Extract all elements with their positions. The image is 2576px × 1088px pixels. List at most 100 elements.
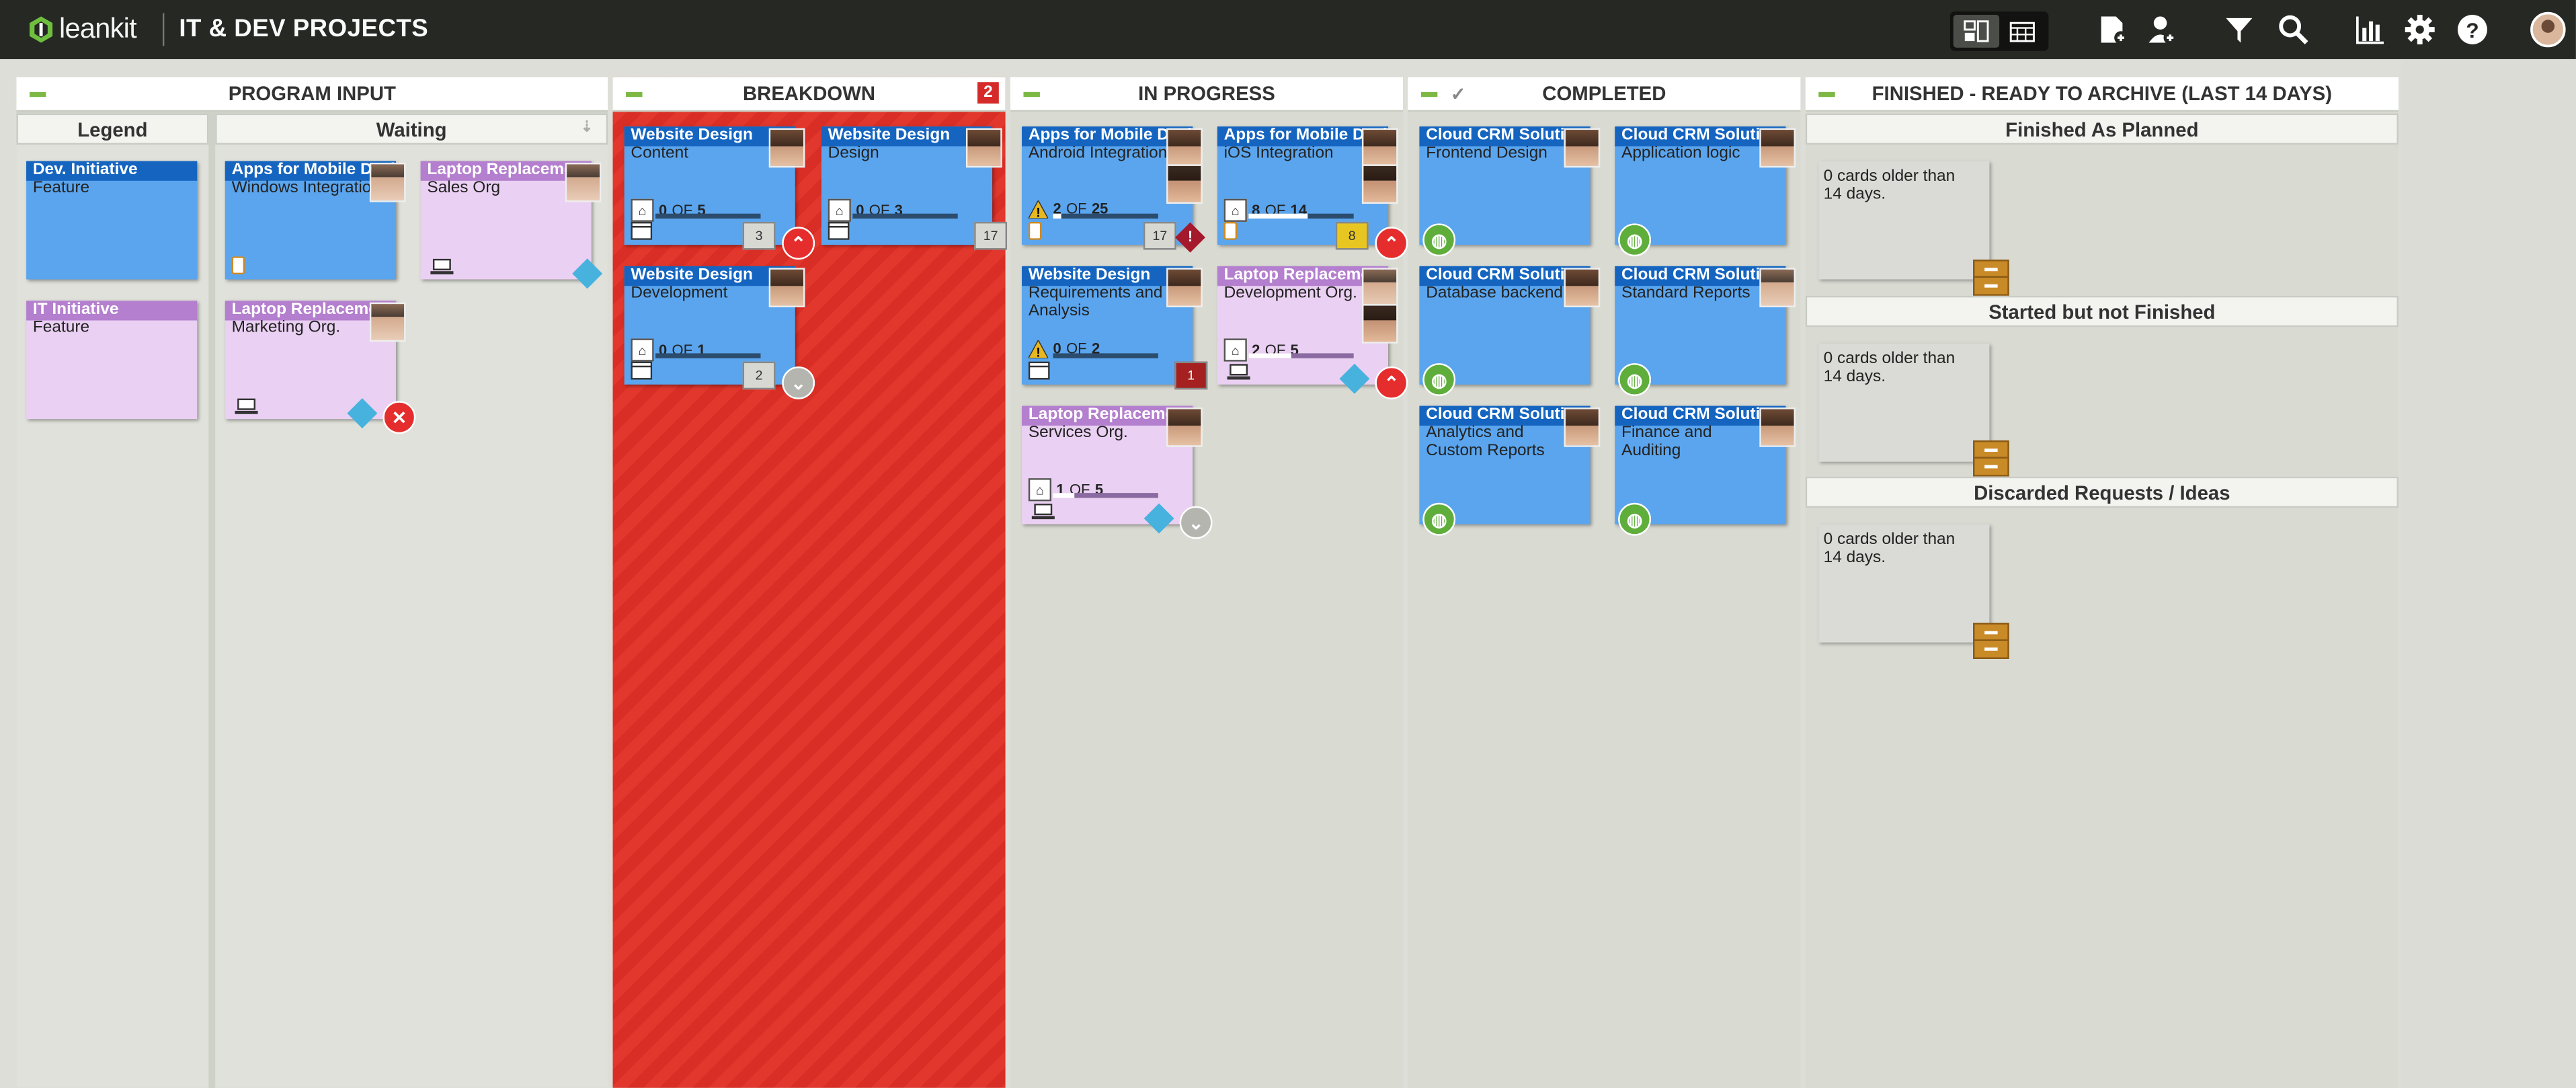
collapse-icon[interactable]: [1023, 91, 1040, 98]
assignee-avatar-2[interactable]: [1361, 304, 1398, 344]
add-card-button[interactable]: [2095, 13, 2131, 46]
card-subtitle: Services Org.: [1028, 424, 1128, 442]
collapse-icon[interactable]: [29, 91, 46, 98]
user-avatar[interactable]: [2530, 11, 2566, 48]
priority-low-icon[interactable]: ⌄: [1179, 506, 1213, 539]
assignee-avatar[interactable]: [1759, 268, 1796, 307]
legend-card-it[interactable]: IT Initiative Feature: [26, 301, 198, 420]
lane-waiting-header[interactable]: Waiting ⇣: [215, 113, 608, 145]
sort-icon[interactable]: ⇣: [581, 118, 593, 137]
blocked-icon[interactable]: !: [1175, 222, 1205, 253]
assignee-avatar[interactable]: [369, 302, 406, 342]
assignee-avatar[interactable]: [1166, 268, 1203, 307]
card-website-development[interactable]: Website Design Development ⌂ 0 OF 1 2 ⌄: [624, 266, 815, 399]
card-sales-org[interactable]: Laptop Replacement Sales Org: [420, 161, 603, 289]
archive-box-icon[interactable]: [1973, 440, 2009, 477]
due-date-icon[interactable]: 8: [1335, 221, 1369, 250]
overdue-date-icon[interactable]: 1: [1174, 361, 1208, 390]
card-finance-auditing[interactable]: Cloud CRM Solution Finance and Auditing …: [1615, 405, 1796, 536]
priority-high-icon[interactable]: ⌃: [782, 227, 815, 260]
lane-discarded-requests[interactable]: Discarded Requests / Ideas: [1805, 476, 2399, 508]
tasks-icon: ⌂: [1223, 338, 1247, 362]
card-application-logic[interactable]: Cloud CRM Solution Application logic ◍: [1615, 126, 1796, 257]
warning-icon: !: [1028, 199, 1049, 219]
assignee-avatar[interactable]: [565, 162, 602, 202]
assignee-avatar[interactable]: [768, 268, 805, 307]
assignee-avatar[interactable]: [1166, 407, 1203, 447]
collapse-icon[interactable]: [1818, 91, 1835, 98]
add-user-button[interactable]: [2144, 13, 2180, 46]
card-ios-integration[interactable]: Apps for Mobile Devices iOS Integration …: [1217, 126, 1408, 260]
legend-card-dev[interactable]: Dev. Initiative Feature: [26, 161, 198, 280]
search-button[interactable]: [2276, 13, 2312, 46]
card-analytics-reports[interactable]: Cloud CRM Solution Analytics and Custom …: [1419, 405, 1601, 536]
due-date-icon[interactable]: 2: [742, 361, 776, 390]
card-services-org[interactable]: Laptop Replacement Services Org. ⌂ 1 OF 5 ⌄: [1022, 405, 1213, 539]
lane-header[interactable]: ✓ COMPLETED: [1408, 77, 1801, 112]
svg-text:!: !: [1036, 344, 1041, 357]
settings-button[interactable]: [2402, 13, 2438, 46]
lane-header[interactable]: FINISHED - READY TO ARCHIVE (LAST 14 DAY…: [1805, 77, 2399, 112]
leankit-logo[interactable]: leankit: [29, 13, 137, 46]
card-subtitle: Marketing Org.: [231, 319, 341, 337]
assignee-avatar[interactable]: [1759, 128, 1796, 168]
archive-summary[interactable]: 0 cards older than 14 days.: [1818, 161, 1990, 280]
due-date-icon[interactable]: 17: [974, 221, 1008, 250]
assignee-avatar-2[interactable]: [1361, 164, 1398, 204]
card-database-backend[interactable]: Cloud CRM Solution Database backend ◍: [1419, 266, 1601, 396]
lane-started-not-finished[interactable]: Started but not Finished: [1805, 295, 2399, 327]
assignee-avatar[interactable]: [1759, 407, 1796, 447]
assignee-avatar[interactable]: [1564, 268, 1601, 307]
assignee-avatar[interactable]: [1564, 128, 1601, 168]
board-title[interactable]: IT & DEV PROJECTS: [179, 15, 428, 43]
lane-legend-header[interactable]: Legend: [16, 113, 209, 145]
assignee-avatar[interactable]: [965, 128, 1002, 168]
warning-icon: !: [1028, 338, 1049, 358]
collapse-icon[interactable]: [626, 91, 643, 98]
archive-box-icon[interactable]: [1973, 260, 2009, 296]
card-development-org[interactable]: Laptop Replacement Development Org. ⌂ 2 OF…: [1217, 266, 1408, 399]
card-website-content[interactable]: Website Design Content ⌂ 0 OF 5 3 ⌃: [624, 126, 815, 260]
card-requirements-analysis[interactable]: Website Design Requirements and Analysis…: [1022, 266, 1208, 390]
assignee-avatar[interactable]: [369, 162, 406, 202]
collapse-icon[interactable]: [1420, 91, 1438, 98]
lane-header[interactable]: BREAKDOWN 2: [612, 77, 1006, 112]
priority-high-icon[interactable]: ⌃: [1375, 366, 1408, 399]
assignee-avatar[interactable]: [768, 128, 805, 168]
board-view-button[interactable]: [1953, 14, 2000, 48]
card-standard-reports[interactable]: Cloud CRM Solution Standard Reports ◍: [1615, 266, 1796, 396]
mobile-device-icon: [1028, 221, 1051, 240]
lane-header[interactable]: IN PROGRESS: [1010, 77, 1404, 112]
due-date-icon[interactable]: 3: [742, 221, 776, 250]
lane-title: PROGRAM INPUT: [228, 82, 396, 106]
archive-box-icon[interactable]: [1973, 623, 2009, 659]
calendar-view-button[interactable]: [1999, 15, 2045, 48]
tasks-icon: ⌂: [631, 198, 654, 222]
lane-waiting-body: [215, 145, 608, 1088]
due-date-icon[interactable]: 17: [1143, 221, 1176, 250]
assignee-avatar[interactable]: [1361, 268, 1398, 307]
card-frontend-design[interactable]: Cloud CRM Solution Frontend Design ◍: [1419, 126, 1601, 257]
lane-header[interactable]: PROGRAM INPUT: [16, 77, 608, 112]
priority-high-icon[interactable]: ⌃: [1375, 227, 1408, 260]
card-windows-integration[interactable]: Apps for Mobile Devices Windows Integrat…: [225, 161, 406, 280]
card-website-design[interactable]: Website Design Design ⌂ 0 OF 3 17: [821, 126, 1008, 250]
assignee-avatar-2[interactable]: [1166, 164, 1203, 204]
lane-finished-as-planned[interactable]: Finished As Planned: [1805, 113, 2399, 145]
cancelled-icon[interactable]: ✕: [383, 401, 416, 434]
card-subtitle: Sales Org: [427, 179, 501, 198]
assignee-avatar[interactable]: [1166, 128, 1203, 168]
assignee-avatar[interactable]: [1361, 128, 1398, 168]
lane-title: Waiting: [376, 117, 447, 141]
card-marketing-org[interactable]: Laptop Replacement Marketing Org. ✕: [225, 301, 416, 434]
help-button[interactable]: ?: [2454, 13, 2491, 46]
gear-icon: [2405, 14, 2435, 44]
card-subtitle: Development: [631, 284, 728, 303]
filter-button[interactable]: [2221, 13, 2257, 46]
assignee-avatar[interactable]: [1564, 407, 1601, 447]
archive-summary[interactable]: 0 cards older than 14 days.: [1818, 524, 1990, 643]
archive-summary[interactable]: 0 cards older than 14 days.: [1818, 343, 1990, 462]
card-android-integration[interactable]: Apps for Mobile Devices Android Integrat…: [1022, 126, 1205, 253]
priority-low-icon[interactable]: ⌄: [782, 366, 815, 399]
analytics-button[interactable]: [2353, 13, 2389, 46]
